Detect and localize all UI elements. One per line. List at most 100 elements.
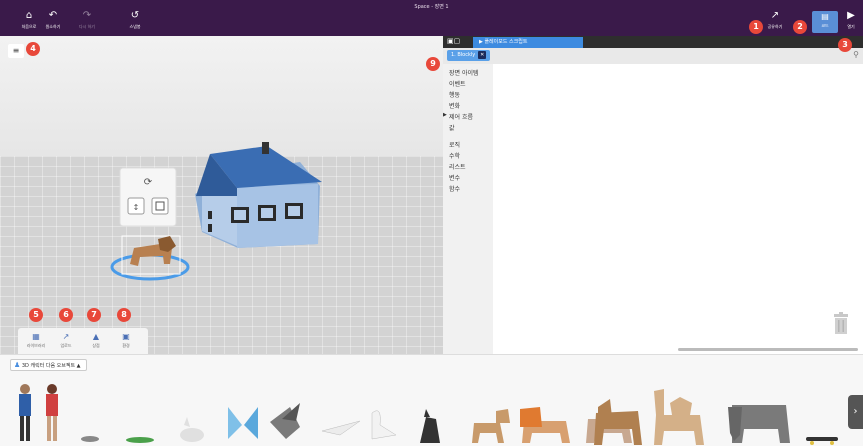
- blockly-toolbox: 장면 아이템 이벤트 행동 변화 제어 흐름 값 로직 수학 리스트 변수 함수: [443, 64, 493, 354]
- object-library: ♟ 3D 캐릭터 다음 오브젝트 ▲ ›: [0, 354, 863, 446]
- code-tabstrip: ▣▢ ▶ 플레이모드 스크립트: [443, 36, 863, 48]
- close-icon[interactable]: ✕: [478, 51, 487, 59]
- tab-shop[interactable]: ▲ 상점: [82, 332, 110, 349]
- svg-text:⟳: ⟳: [144, 177, 153, 188]
- house-model[interactable]: [195, 142, 322, 248]
- viewport-bottom-tabs: ▦ 라이브러리 ↗ 업로드 ▲ 상점 ▣ 환경: [18, 328, 148, 354]
- play-button[interactable]: ▶ 열기: [840, 10, 862, 30]
- category-math[interactable]: 수학: [449, 151, 460, 160]
- code-editor-panel: ▣▢ ▶ 플레이모드 스크립트 1. Blockly ✕ ⚲ 장면 아이템 이벤트…: [443, 36, 863, 354]
- library-item-man[interactable]: [19, 384, 31, 441]
- window-title: Space - 장면 1: [414, 4, 449, 10]
- script-tab-label: 플레이모드 스크립트: [484, 39, 528, 45]
- blockly-tab-label: 1. Blockly: [451, 52, 476, 58]
- library-item-lion[interactable]: [520, 407, 570, 443]
- redo-icon: ↷: [82, 10, 92, 21]
- badge-8: 8: [117, 308, 131, 322]
- library-category-dropdown[interactable]: ♟ 3D 캐릭터 다음 오브젝트 ▲: [10, 359, 87, 371]
- tab-environment-label: 환경: [122, 343, 130, 348]
- category-logic[interactable]: 로직: [449, 140, 460, 149]
- code-subbar: 1. Blockly ✕ ⚲: [443, 48, 863, 64]
- play-label: 열기: [847, 24, 855, 29]
- undo-icon: ↶: [48, 10, 58, 21]
- category-values[interactable]: 값: [449, 123, 455, 132]
- library-item-lizard[interactable]: [126, 437, 154, 443]
- share-button[interactable]: ↗ 공유하기: [760, 10, 790, 30]
- redo-button[interactable]: ↷ 다시 하기: [72, 10, 102, 30]
- scene-viewport[interactable]: ≡ ⟳ ↕ ▦ 라이브러리 ↗ 업로드 ▲ 상점 ▣ 환경: [0, 36, 443, 354]
- library-item-swan[interactable]: [371, 410, 397, 440]
- badge-9: 9: [426, 57, 440, 71]
- category-events[interactable]: 이벤트: [449, 79, 466, 88]
- upload-icon: ↗: [62, 332, 70, 341]
- category-variables[interactable]: 변수: [449, 173, 460, 182]
- library-item-skateboard[interactable]: [806, 437, 838, 445]
- library-filter-label: 3D 캐릭터 다음 오브젝트: [21, 363, 76, 369]
- tab-upload-label: 업로드: [60, 343, 72, 348]
- library-item-butterfly[interactable]: [228, 407, 258, 439]
- tab-library-label: 라이브러리: [26, 343, 46, 348]
- tab-library[interactable]: ▦ 라이브러리: [22, 332, 50, 349]
- code-label: 코드: [821, 23, 829, 28]
- tab-upload[interactable]: ↗ 업로드: [52, 332, 80, 349]
- undo-label: 원소하기: [45, 24, 61, 29]
- library-item-bird[interactable]: [270, 403, 300, 439]
- character-icon: ♟: [14, 361, 21, 369]
- blockly-workspace[interactable]: [493, 64, 863, 354]
- category-actions[interactable]: 행동: [449, 90, 460, 99]
- scene-objects: ⟳ ↕: [110, 142, 322, 281]
- category-control-flow[interactable]: 제어 흐름: [443, 112, 473, 121]
- split-view-icon[interactable]: ▣▢: [447, 37, 460, 45]
- share-label: 공유하기: [767, 24, 783, 29]
- library-next-button[interactable]: ›: [848, 395, 863, 429]
- badge-2: 2: [793, 20, 807, 34]
- category-scene-items[interactable]: 장면 아이템: [449, 68, 479, 77]
- chevron-up-icon: ▲: [76, 363, 81, 369]
- play-icon: ▶: [847, 10, 855, 21]
- badge-4: 4: [26, 42, 40, 56]
- transform-gizmo[interactable]: ⟳ ↕: [119, 167, 177, 227]
- library-item-dog[interactable]: [472, 409, 510, 443]
- library-item-horse[interactable]: [594, 399, 642, 445]
- badge-6: 6: [59, 308, 73, 322]
- snap-icon: ↺: [130, 10, 140, 21]
- library-item-paper-plane[interactable]: [321, 420, 361, 436]
- selected-lion-model[interactable]: [121, 235, 181, 275]
- badge-5: 5: [29, 308, 43, 322]
- category-functions[interactable]: 함수: [449, 184, 460, 193]
- badge-3: 3: [838, 38, 852, 52]
- tab-playmode-script[interactable]: ▶ 플레이모드 스크립트: [473, 37, 583, 48]
- badge-7: 7: [87, 308, 101, 322]
- code-icon: ▤: [821, 12, 829, 21]
- redo-label: 다시 하기: [79, 24, 95, 29]
- share-icon: ↗: [770, 10, 780, 21]
- search-icon[interactable]: ⚲: [853, 50, 859, 59]
- top-toolbar: Space - 장면 1 ⌂ 처음으로 ↶ 원소하기 ↷ 다시 하기 ↺ 스냅봉…: [0, 0, 863, 36]
- tab-shop-label: 상점: [92, 343, 100, 348]
- category-list[interactable]: 리스트: [449, 162, 466, 171]
- selection-ring: [110, 253, 190, 281]
- chevron-right-icon: ›: [853, 406, 858, 417]
- undo-button[interactable]: ↶ 원소하기: [38, 10, 68, 30]
- code-button[interactable]: ▤ 코드: [812, 11, 838, 33]
- library-item-rabbit[interactable]: [180, 417, 204, 442]
- library-items: [19, 384, 838, 445]
- landscape-icon: ▣: [122, 332, 130, 341]
- play-small-icon: ▶: [479, 39, 483, 45]
- workspace-scrollbar[interactable]: [678, 348, 858, 351]
- library-item-mouse[interactable]: [81, 436, 99, 442]
- category-transform[interactable]: 변화: [449, 101, 460, 110]
- library-item-woman[interactable]: [46, 384, 58, 441]
- snap-button[interactable]: ↺ 스냅봉: [120, 10, 150, 30]
- bag-icon: ▲: [92, 332, 100, 341]
- library-item-camel[interactable]: [654, 389, 704, 445]
- svg-text:↕: ↕: [133, 203, 140, 212]
- library-item-cat[interactable]: [420, 409, 440, 443]
- tab-blockly[interactable]: 1. Blockly ✕: [447, 50, 491, 61]
- tab-environment[interactable]: ▣ 환경: [112, 332, 140, 349]
- badge-1: 1: [749, 20, 763, 34]
- trash-icon[interactable]: [833, 312, 849, 334]
- subbar-tools: ⚲: [853, 50, 859, 59]
- library-item-elephant[interactable]: [728, 405, 790, 443]
- snap-label: 스냅봉: [129, 24, 141, 29]
